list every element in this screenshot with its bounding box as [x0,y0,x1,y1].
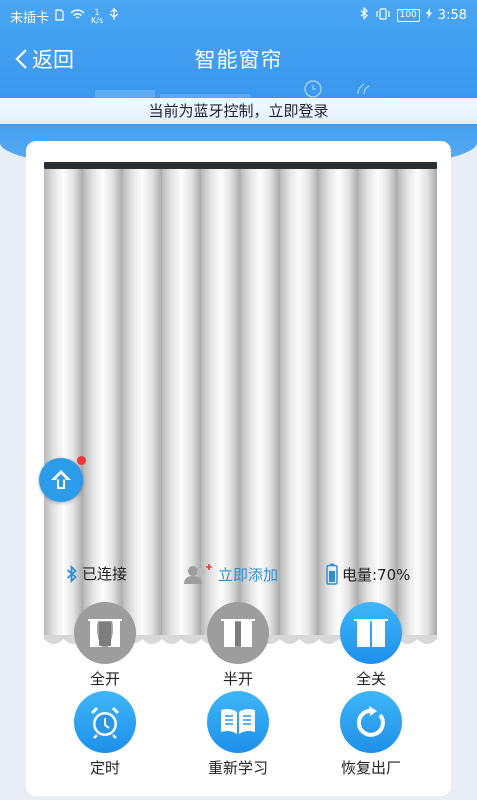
nav-bar: 返回 智能窗帘 [0,40,477,80]
fully-close-label: 全关 [355,670,386,688]
bluetooth-status-icon [360,6,369,24]
factory-reset-button[interactable]: 恢复出厂 [316,691,426,778]
battery-status: 电量:70% [326,563,410,585]
carrier-text: 未插卡 [10,11,50,26]
timer-button[interactable]: 定时 [50,691,160,778]
curtain-half-icon [207,602,269,664]
upgrade-button[interactable] [39,458,83,502]
curtain-card: 已连接 立即添加 电量:70% 全开 半开 全关 定时 重新学习 恢复出厂 [26,141,451,796]
add-user-button[interactable]: 立即添加 [182,563,278,585]
sim-icon [55,8,64,25]
fully-open-label: 全开 [89,670,120,688]
usb-icon [109,8,119,25]
arrow-up-icon [51,470,71,489]
half-open-button[interactable]: 半开 [183,602,293,689]
add-label: 立即添加 [218,565,279,584]
vibrate-icon [375,7,391,24]
add-user-icon [184,564,212,584]
curtain-closed-icon [340,602,402,664]
connection-label: 已连接 [82,565,128,583]
half-open-label: 半开 [222,670,253,688]
charging-icon [425,8,432,23]
status-bar: 未插卡 1 K/s 100 3:58 [0,0,477,32]
book-icon [207,691,269,753]
alarm-clock-icon [74,691,136,753]
bluetooth-icon [66,564,77,583]
relearn-label: 重新学习 [207,759,268,777]
login-banner[interactable]: 当前为蓝牙控制，立即登录 [0,98,477,124]
curtain-rail [44,162,437,169]
battery-icon [326,563,338,585]
fully-close-button[interactable]: 全关 [316,602,426,689]
device-info-bar: 已连接 立即添加 电量:70% [26,559,451,589]
net-speed: 1 K/s [91,8,104,25]
wifi-icon [70,9,85,25]
curtain-open-icon [74,602,136,664]
battery-label: 电量:70% [342,565,411,584]
relearn-button[interactable]: 重新学习 [183,691,293,778]
clock-time: 3:58 [437,8,467,23]
timer-label: 定时 [89,759,120,777]
notification-dot [77,456,86,465]
fully-open-button[interactable]: 全开 [50,602,160,689]
factory-reset-label: 恢复出厂 [340,759,401,777]
net-speed-unit: K/s [91,15,104,25]
connection-status: 已连接 [66,563,127,584]
battery-indicator: 100 [396,9,420,22]
reset-icon [340,691,402,753]
page-title: 智能窗帘 [194,48,283,72]
